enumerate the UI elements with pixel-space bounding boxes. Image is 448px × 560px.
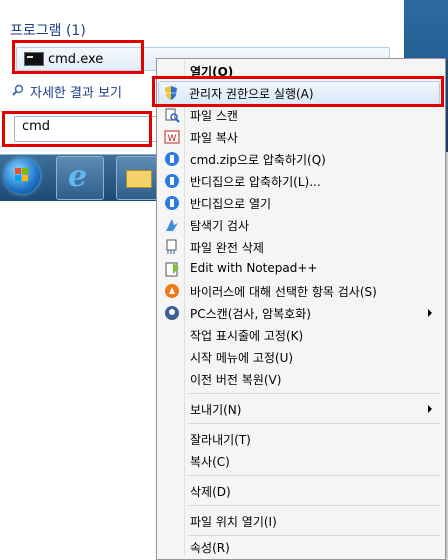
menu-item-label: 삭제(D) [190,485,231,499]
avast-icon [165,284,179,298]
menu-item-cut[interactable]: 잘라내기(T) [160,428,442,450]
folder-icon [126,170,152,188]
explorer-scan-icon [166,219,178,231]
menu-separator [188,393,440,394]
highlight-cmd-result [12,40,144,74]
menu-item-open-file-location[interactable]: 파일 위치 열기(I) [160,510,442,532]
see-more-results-link[interactable]: 자세한 결과 보기 [30,82,122,101]
menu-item-label: 파일 복사 [190,131,238,145]
windows-logo-icon [15,168,28,181]
menu-item-bandizip-compress[interactable]: 반디집으로 압축하기(L)... [160,170,442,192]
notepadpp-icon [165,262,179,277]
magnifier-icon [12,84,24,96]
bandizip-icon [165,174,179,188]
menu-item-label: 반디집으로 열기 [190,197,272,211]
menu-item-send-to[interactable]: 보내기(N) [160,398,442,420]
menu-separator [188,475,440,476]
menu-item-pcscan[interactable]: PC스캔(검사, 암복호화) [160,302,442,324]
menu-item-label: 시작 메뉴에 고정(U) [190,351,294,365]
menu-item-zip-compress[interactable]: cmd.zip으로 압축하기(Q) [160,148,442,170]
menu-item-label: 보내기(N) [190,403,242,417]
menu-item-restore-previous[interactable]: 이전 버전 복원(V) [160,368,442,390]
internet-explorer-icon: e [68,159,88,194]
menu-item-pin-start[interactable]: 시작 메뉴에 고정(U) [160,346,442,368]
highlight-search-box [2,111,152,147]
menu-item-label: cmd.zip으로 압축하기(Q) [190,153,326,167]
svg-text:W: W [168,134,177,144]
submenu-arrow-icon [428,405,432,413]
menu-item-label: 작업 표시줄에 고정(K) [190,329,304,343]
menu-item-label: 파일 위치 열기(I) [190,515,277,529]
copy-icon: W [164,130,180,144]
bandizip-icon [165,196,179,210]
shred-icon [166,239,177,254]
highlight-run-as-admin [152,76,444,107]
menu-item-shred[interactable]: 파일 완전 삭제 [160,236,442,258]
menu-item-pin-taskbar[interactable]: 작업 표시줄에 고정(K) [160,324,442,346]
menu-item-file-copy[interactable]: W 파일 복사 [160,126,442,148]
menu-item-label: 이전 버전 복원(V) [190,373,282,387]
submenu-arrow-icon [428,309,432,317]
menu-separator [188,505,440,506]
menu-item-label: 복사(C) [190,455,230,469]
menu-item-label: PC스캔(검사, 암복호화) [190,307,311,321]
menu-item-label: 잘라내기(T) [190,433,251,447]
bandizip-icon [165,152,179,166]
menu-item-notepadpp[interactable]: Edit with Notepad++ [160,258,442,280]
menu-item-virus-scan[interactable]: 바이러스에 대해 선택한 항목 검사(S) [160,280,442,302]
programs-section-title: 프로그램 (1) [10,23,86,39]
menu-item-label: 속성(R) [190,541,230,555]
menu-item-label: 반디집으로 압축하기(L)... [190,175,321,189]
menu-item-label: Edit with Notepad++ [190,261,318,275]
menu-item-label: 탐색기 검사 [190,219,250,233]
menu-item-file-scan[interactable]: 파일 스캔 [160,104,442,126]
menu-item-properties[interactable]: 속성(R) [160,536,442,558]
menu-item-label: 파일 완전 삭제 [190,241,264,255]
menu-separator [188,423,440,424]
menu-item-bandizip-open[interactable]: 반디집으로 열기 [160,192,442,214]
scan-icon [165,108,180,123]
pcscan-icon [165,306,179,320]
menu-item-delete[interactable]: 삭제(D) [160,480,442,502]
menu-item-copy[interactable]: 복사(C) [160,450,442,472]
menu-item-explorer-scan[interactable]: 탐색기 검사 [160,214,442,236]
menu-item-label: 파일 스캔 [190,109,238,123]
menu-item-label: 바이러스에 대해 선택한 항목 검사(S) [190,285,377,299]
